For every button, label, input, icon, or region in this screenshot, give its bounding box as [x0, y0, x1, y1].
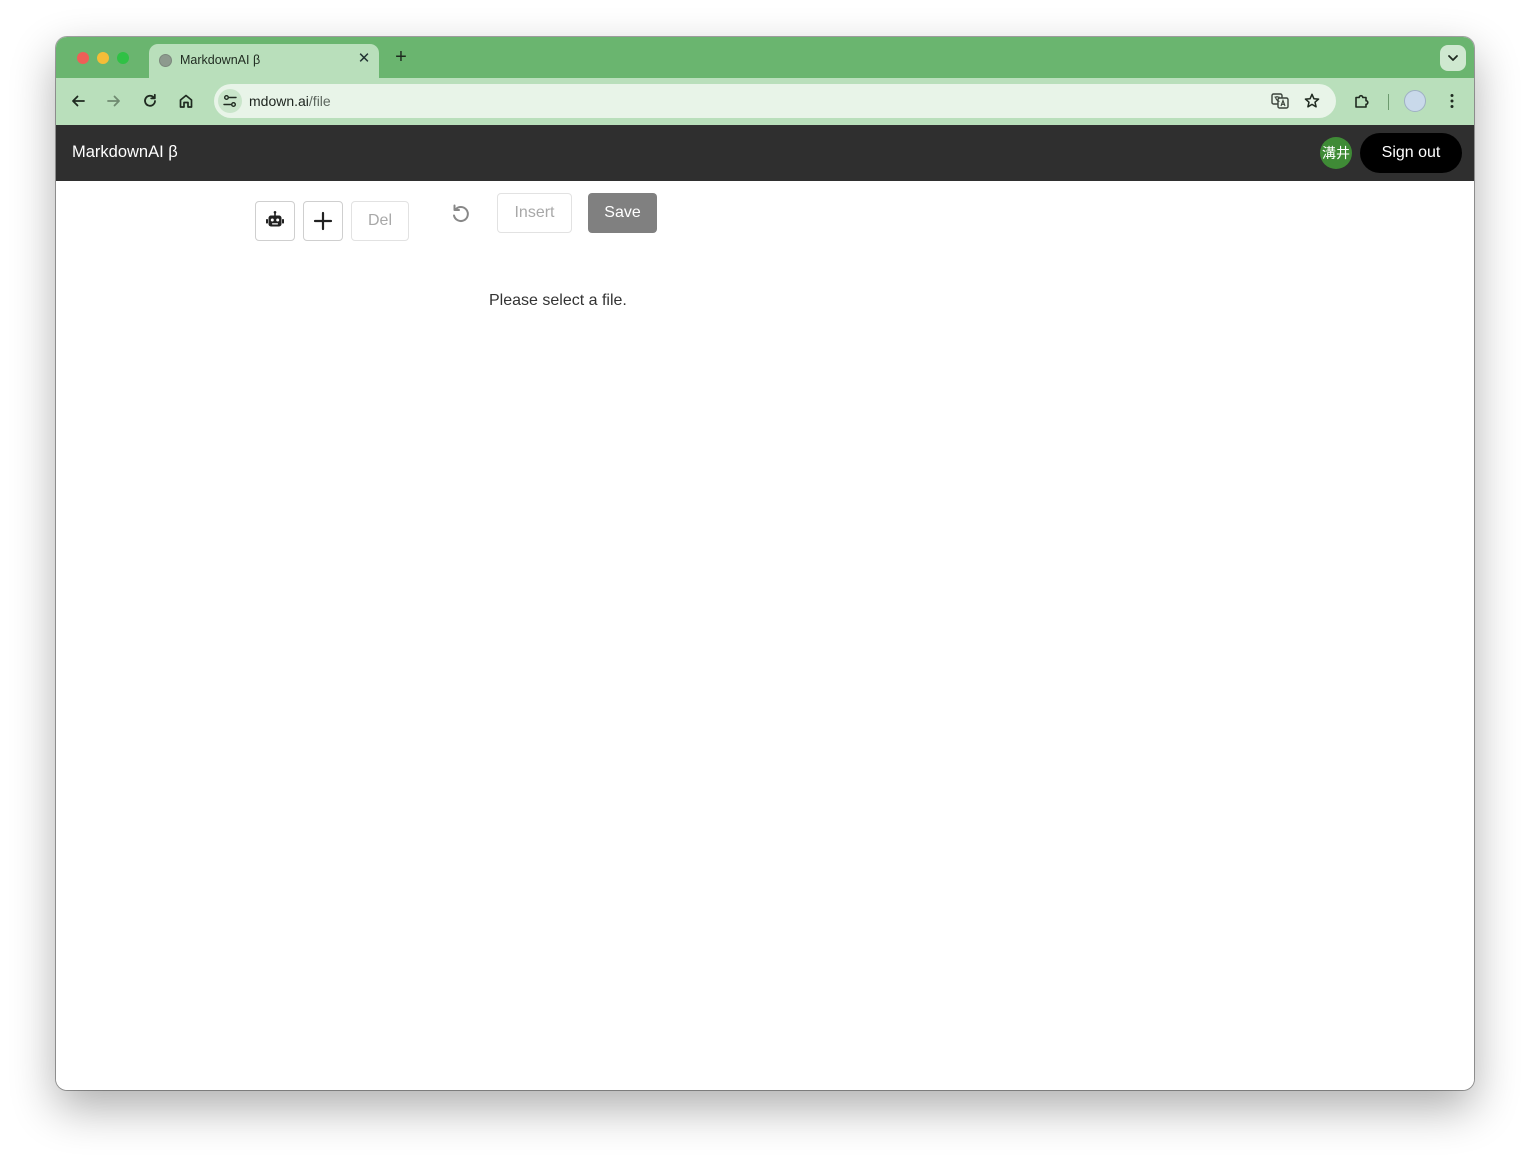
- delete-button[interactable]: Del: [351, 201, 409, 241]
- translate-icon: [1271, 93, 1289, 109]
- home-button[interactable]: [174, 89, 198, 113]
- puzzle-icon: [1355, 94, 1369, 108]
- star-icon: [1304, 93, 1320, 108]
- globe-icon: [159, 54, 172, 67]
- new-tab-button[interactable]: +: [390, 46, 412, 68]
- profile-avatar-icon[interactable]: [1404, 90, 1426, 112]
- tab-strip: MarkdownAI β ✕ +: [56, 37, 1474, 78]
- back-button[interactable]: [66, 89, 90, 113]
- forward-button[interactable]: [102, 89, 126, 113]
- ai-assist-button[interactable]: [255, 201, 295, 241]
- chevron-down-icon: [1448, 55, 1458, 61]
- robot-icon: [266, 211, 284, 227]
- app-header: MarkdownAI β 溝井 Sign out: [56, 125, 1474, 181]
- browser-tab[interactable]: MarkdownAI β ✕: [149, 44, 379, 78]
- add-file-button[interactable]: [303, 201, 343, 241]
- empty-state-message: Please select a file.: [489, 292, 627, 309]
- main-content: Del Insert Save Please select a file.: [56, 181, 1474, 1090]
- arrow-right-icon: [107, 95, 120, 107]
- tune-icon: [223, 95, 237, 107]
- window-maximize-button[interactable]: [117, 52, 129, 64]
- undo-icon: [453, 204, 469, 222]
- bookmark-button[interactable]: [1300, 89, 1324, 113]
- plus-icon: [313, 211, 333, 231]
- window-minimize-button[interactable]: [97, 52, 109, 64]
- extensions-button[interactable]: [1350, 89, 1374, 113]
- translate-button[interactable]: [1268, 89, 1292, 113]
- tab-close-icon[interactable]: ✕: [355, 50, 373, 68]
- reload-icon: [144, 93, 156, 107]
- app-brand[interactable]: MarkdownAI β: [72, 143, 178, 162]
- save-button[interactable]: Save: [588, 193, 657, 233]
- browser-menu-button[interactable]: [1440, 89, 1464, 113]
- url-path: /file: [308, 93, 331, 109]
- toolbar-separator: [1388, 94, 1389, 110]
- reload-button[interactable]: [138, 89, 162, 113]
- insert-button[interactable]: Insert: [497, 193, 572, 233]
- sign-out-button[interactable]: Sign out: [1360, 133, 1462, 173]
- url-text: mdown.ai/file: [249, 93, 331, 109]
- tab-title: MarkdownAI β: [180, 53, 261, 67]
- address-bar[interactable]: mdown.ai/file: [214, 84, 1336, 118]
- more-vert-icon: [1450, 94, 1454, 108]
- url-host: mdown.ai: [249, 93, 309, 109]
- browser-window: MarkdownAI β ✕ + mdown.ai/file MarkdownA…: [56, 37, 1474, 1090]
- browser-toolbar: mdown.ai/file: [56, 78, 1474, 125]
- undo-button[interactable]: [448, 201, 474, 227]
- tab-search-button[interactable]: [1440, 45, 1466, 71]
- window-close-button[interactable]: [77, 52, 89, 64]
- arrow-left-icon: [72, 95, 85, 107]
- home-icon: [179, 94, 193, 108]
- site-info-button[interactable]: [218, 89, 242, 113]
- user-avatar[interactable]: 溝井: [1320, 137, 1352, 169]
